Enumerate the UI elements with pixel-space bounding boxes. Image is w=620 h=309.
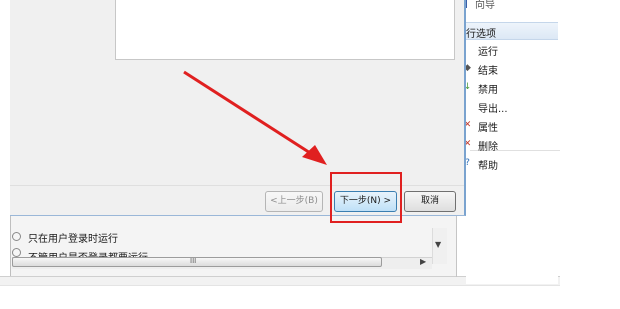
- annotation-arrow-icon: [183, 70, 327, 165]
